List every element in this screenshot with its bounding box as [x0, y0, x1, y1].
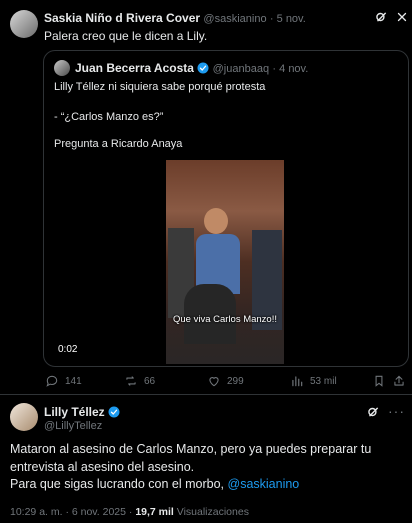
- quoted-handle[interactable]: @juanbaaq: [213, 63, 269, 75]
- repost-button[interactable]: 66: [124, 374, 155, 388]
- share-button[interactable]: [392, 374, 406, 388]
- reply-icon: [46, 375, 58, 387]
- divider: [0, 394, 412, 395]
- repost-icon: [126, 376, 136, 386]
- main-text-line1: Mataron al asesino de Carlos Manzo, pero…: [10, 442, 372, 456]
- like-button[interactable]: 299: [207, 374, 244, 388]
- reply-count: 141: [65, 375, 82, 387]
- quoted-header: Juan Becerra Acosta @juanbaaq · 4 nov.: [75, 61, 308, 75]
- author-handle[interactable]: @saskianino: [203, 13, 266, 25]
- views-icon: [292, 376, 303, 387]
- avatar-juan[interactable]: [54, 60, 70, 76]
- post-timestamp[interactable]: 10:29 a. m. · 6 nov. 2025 ·: [10, 506, 132, 518]
- views-count: 53 mil: [310, 375, 337, 387]
- main-author-name[interactable]: Lilly Téllez: [44, 405, 105, 419]
- video-caption: Que viva Carlos Manzo!!: [172, 314, 277, 325]
- repost-count: 66: [144, 375, 156, 387]
- main-text-line3-row: Para que sigas lucrando con el morbo, @s…: [10, 476, 406, 494]
- share-icon: [394, 375, 404, 386]
- quoted-author-name[interactable]: Juan Becerra Acosta: [75, 61, 194, 75]
- views-label: Visualizaciones: [176, 506, 249, 518]
- main-text-line2: entrevista al asesino del asesino.: [10, 459, 195, 474]
- heart-icon: [209, 377, 219, 387]
- avatar-saskia[interactable]: [10, 10, 38, 38]
- post-date[interactable]: · 5 nov.: [270, 13, 306, 25]
- like-count: 299: [227, 375, 244, 387]
- author-name[interactable]: Saskia Niño d Rivera Cover: [44, 11, 200, 25]
- quoted-text-line1: Lilly Téllez ni siquiera sabe porqué pro…: [54, 81, 266, 93]
- avatar-lilly[interactable]: [10, 403, 38, 431]
- verified-badge-icon: [197, 62, 209, 74]
- more-options-icon[interactable]: ···: [388, 404, 406, 418]
- mention-link[interactable]: @saskianino: [228, 477, 300, 491]
- close-icon[interactable]: [396, 10, 408, 24]
- reply-button[interactable]: 141: [45, 374, 82, 388]
- quoted-date[interactable]: · 4 nov.: [272, 63, 308, 75]
- views-total: 19,7 mil: [135, 506, 174, 518]
- quoted-text-line2: - “¿Carlos Manzo es?”: [54, 111, 164, 123]
- video-timestamp: 0:02: [58, 344, 78, 355]
- main-author-handle[interactable]: @LillyTellez: [44, 420, 102, 432]
- views-button[interactable]: 53 mil: [290, 374, 337, 388]
- grok-icon[interactable]: [374, 10, 388, 24]
- video-figure: [204, 208, 228, 234]
- grok-icon[interactable]: [366, 405, 380, 419]
- main-post-text: Mataron al asesino de Carlos Manzo, pero…: [10, 441, 406, 494]
- main-author-name-row: Lilly Téllez: [44, 405, 120, 419]
- video-player[interactable]: Que viva Carlos Manzo!!: [166, 160, 284, 364]
- main-text-line3: Para que sigas lucrando con el morbo,: [10, 477, 225, 491]
- post-meta: 10:29 a. m. · 6 nov. 2025 · 19,7 mil Vis…: [10, 506, 249, 518]
- bookmark-button[interactable]: [372, 374, 386, 388]
- post-text: Palera creo que le dicen a Lily.: [44, 29, 208, 43]
- post-header: Saskia Niño d Rivera Cover @saskianino ·…: [44, 11, 306, 25]
- quoted-text-line3: Pregunta a Ricardo Anaya: [54, 138, 183, 150]
- bookmark-icon: [375, 375, 383, 387]
- verified-badge-icon: [108, 406, 120, 418]
